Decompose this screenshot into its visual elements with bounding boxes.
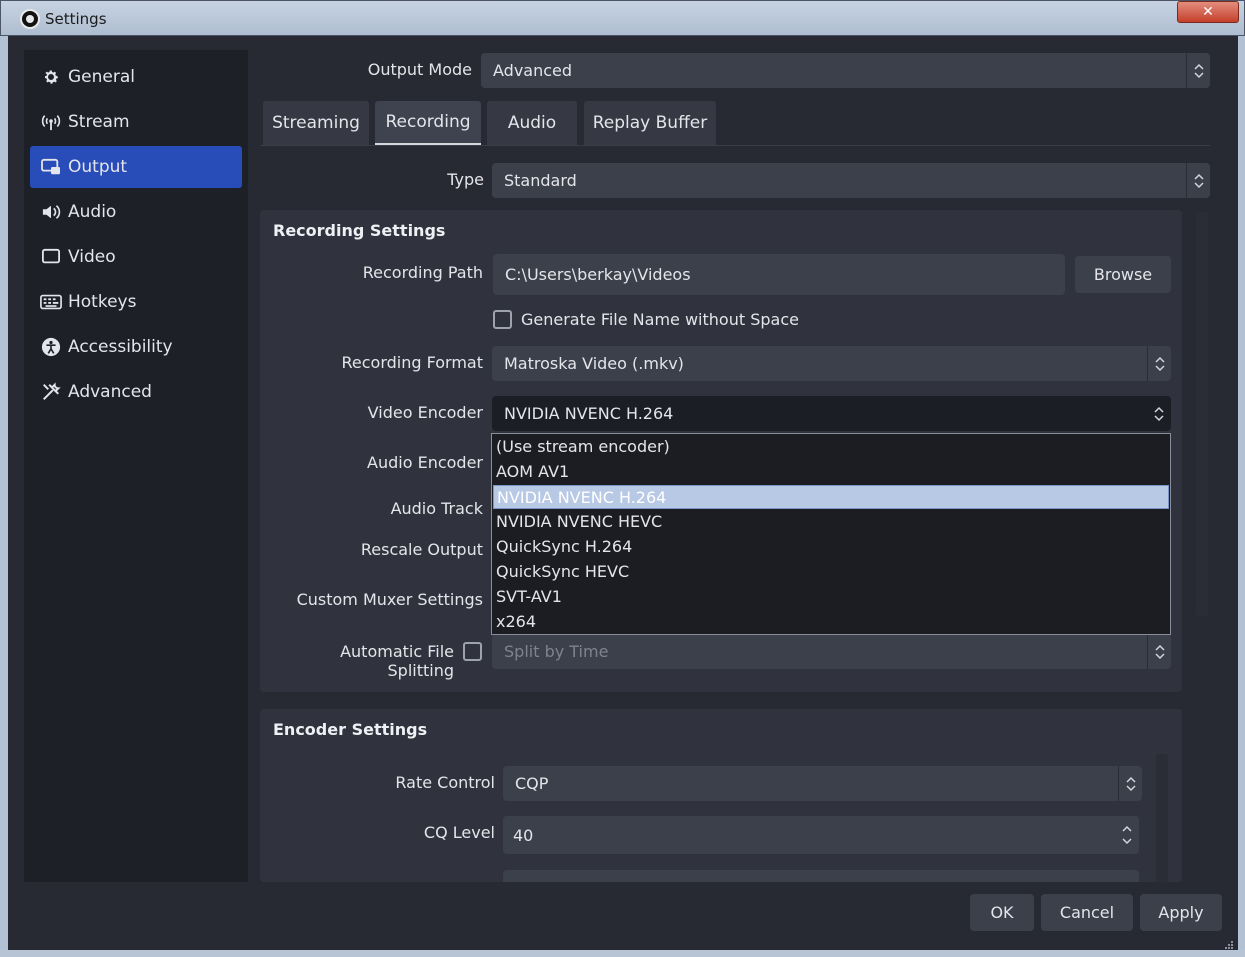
dropdown-option-selected[interactable]: NVIDIA NVENC H.264 [493,485,1169,509]
ok-button[interactable]: OK [970,894,1034,931]
sidebar-item-label: General [68,67,135,87]
generate-filename-label: Generate File Name without Space [521,310,799,329]
keyboard-icon [40,291,62,313]
antenna-icon [40,111,62,133]
spin-arrows-icon[interactable] [1115,816,1139,854]
tools-icon [40,381,62,403]
tab-replay-buffer[interactable]: Replay Buffer [584,101,716,145]
output-mode-value: Advanced [493,61,573,80]
recording-scrollbar[interactable] [1196,212,1208,616]
video-encoder-select[interactable]: NVIDIA NVENC H.264 [492,396,1171,431]
updown-arrows-icon [1147,634,1171,669]
sidebar-item-stream[interactable]: Stream [30,101,242,143]
dropdown-option[interactable]: AOM AV1 [493,460,1169,484]
encoder-settings-title: Encoder Settings [273,720,428,739]
obs-logo-icon [20,9,40,29]
accessibility-icon [40,336,62,358]
split-mode-value: Split by Time [504,642,609,661]
apply-button[interactable]: Apply [1140,894,1222,931]
updown-arrows-icon [1186,53,1210,88]
settings-sidebar: General Stream Output Audio Video Hotkey… [24,50,248,882]
browse-button[interactable]: Browse [1075,256,1171,293]
type-label: Type [447,170,484,189]
split-mode-select[interactable]: Split by Time [492,634,1171,669]
audio-track-label: Audio Track [390,499,483,518]
speaker-icon [40,201,62,223]
title-bar: Settings [0,0,1245,36]
video-encoder-dropdown: (Use stream encoder) AOM AV1 NVIDIA NVEN… [491,433,1171,635]
audio-encoder-label: Audio Encoder [367,453,483,472]
sidebar-item-advanced[interactable]: Advanced [30,371,242,413]
recording-format-select[interactable]: Matroska Video (.mkv) [492,346,1171,381]
sidebar-item-audio[interactable]: Audio [30,191,242,233]
sidebar-item-video[interactable]: Video [30,236,242,278]
dropdown-option[interactable]: SVT-AV1 [493,585,1169,609]
updown-arrows-icon [1147,396,1171,431]
dropdown-option[interactable]: NVIDIA NVENC HEVC [493,510,1169,534]
rescale-output-label: Rescale Output [360,540,483,559]
cancel-button[interactable]: Cancel [1041,894,1133,931]
rate-control-label: Rate Control [395,773,495,792]
sidebar-item-label: Hotkeys [68,292,137,312]
encoder-scrollbar[interactable] [1156,754,1168,882]
sidebar-item-general[interactable]: General [30,56,242,98]
generate-filename-checkbox[interactable] [493,310,512,329]
updown-arrows-icon [1186,163,1210,198]
next-field-partial[interactable] [503,870,1139,882]
type-value: Standard [504,171,577,190]
updown-arrows-icon [1147,346,1171,381]
rate-control-value: CQP [515,774,549,793]
auto-split-checkbox[interactable] [463,642,482,661]
tab-audio[interactable]: Audio [487,101,577,145]
dropdown-option[interactable]: QuickSync H.264 [493,535,1169,559]
rate-control-select[interactable]: CQP [503,766,1142,801]
close-button[interactable]: ✕ [1177,1,1239,23]
tab-streaming[interactable]: Streaming [263,101,369,145]
sidebar-item-hotkeys[interactable]: Hotkeys [30,281,242,323]
custom-muxer-label: Custom Muxer Settings [296,590,483,609]
sidebar-item-label: Stream [68,112,130,132]
sidebar-item-label: Audio [68,202,117,222]
type-select[interactable]: Standard [492,163,1210,198]
cq-level-value: 40 [513,825,534,845]
video-encoder-value: NVIDIA NVENC H.264 [504,404,674,423]
gear-icon [40,66,62,88]
resize-grip-icon[interactable] [1222,936,1234,949]
recording-path-label: Recording Path [362,263,483,282]
recording-format-value: Matroska Video (.mkv) [504,354,684,373]
output-icon [40,156,62,178]
dropdown-option[interactable]: (Use stream encoder) [493,435,1169,459]
recording-format-label: Recording Format [341,353,484,372]
window-frame-left [0,36,8,950]
recording-path-input[interactable]: C:\Users\berkay\Videos [493,254,1065,295]
dropdown-option[interactable]: x264 [493,610,1169,634]
sidebar-item-label: Video [68,247,116,267]
sidebar-item-label: Output [68,157,128,177]
sidebar-item-output[interactable]: Output [30,146,242,188]
monitor-icon [40,246,62,268]
sidebar-item-label: Accessibility [68,337,173,357]
output-mode-label: Output Mode [367,60,472,79]
updown-arrows-icon [1118,766,1142,801]
window-frame-bottom [0,950,1245,957]
tab-recording[interactable]: Recording [375,101,481,145]
window-frame-right [1238,36,1245,950]
output-mode-select[interactable]: Advanced [481,53,1210,88]
cq-level-label: CQ Level [423,823,495,842]
recording-settings-title: Recording Settings [273,221,446,240]
sidebar-item-accessibility[interactable]: Accessibility [30,326,242,368]
dropdown-option[interactable]: QuickSync HEVC [493,560,1169,584]
cq-level-spinbox[interactable]: 40 [503,816,1139,854]
window-title: Settings [45,10,107,28]
sidebar-item-label: Advanced [68,382,152,402]
auto-split-label: Automatic File Splitting [340,642,454,680]
video-encoder-label: Video Encoder [367,403,483,422]
tab-divider [260,145,1210,146]
